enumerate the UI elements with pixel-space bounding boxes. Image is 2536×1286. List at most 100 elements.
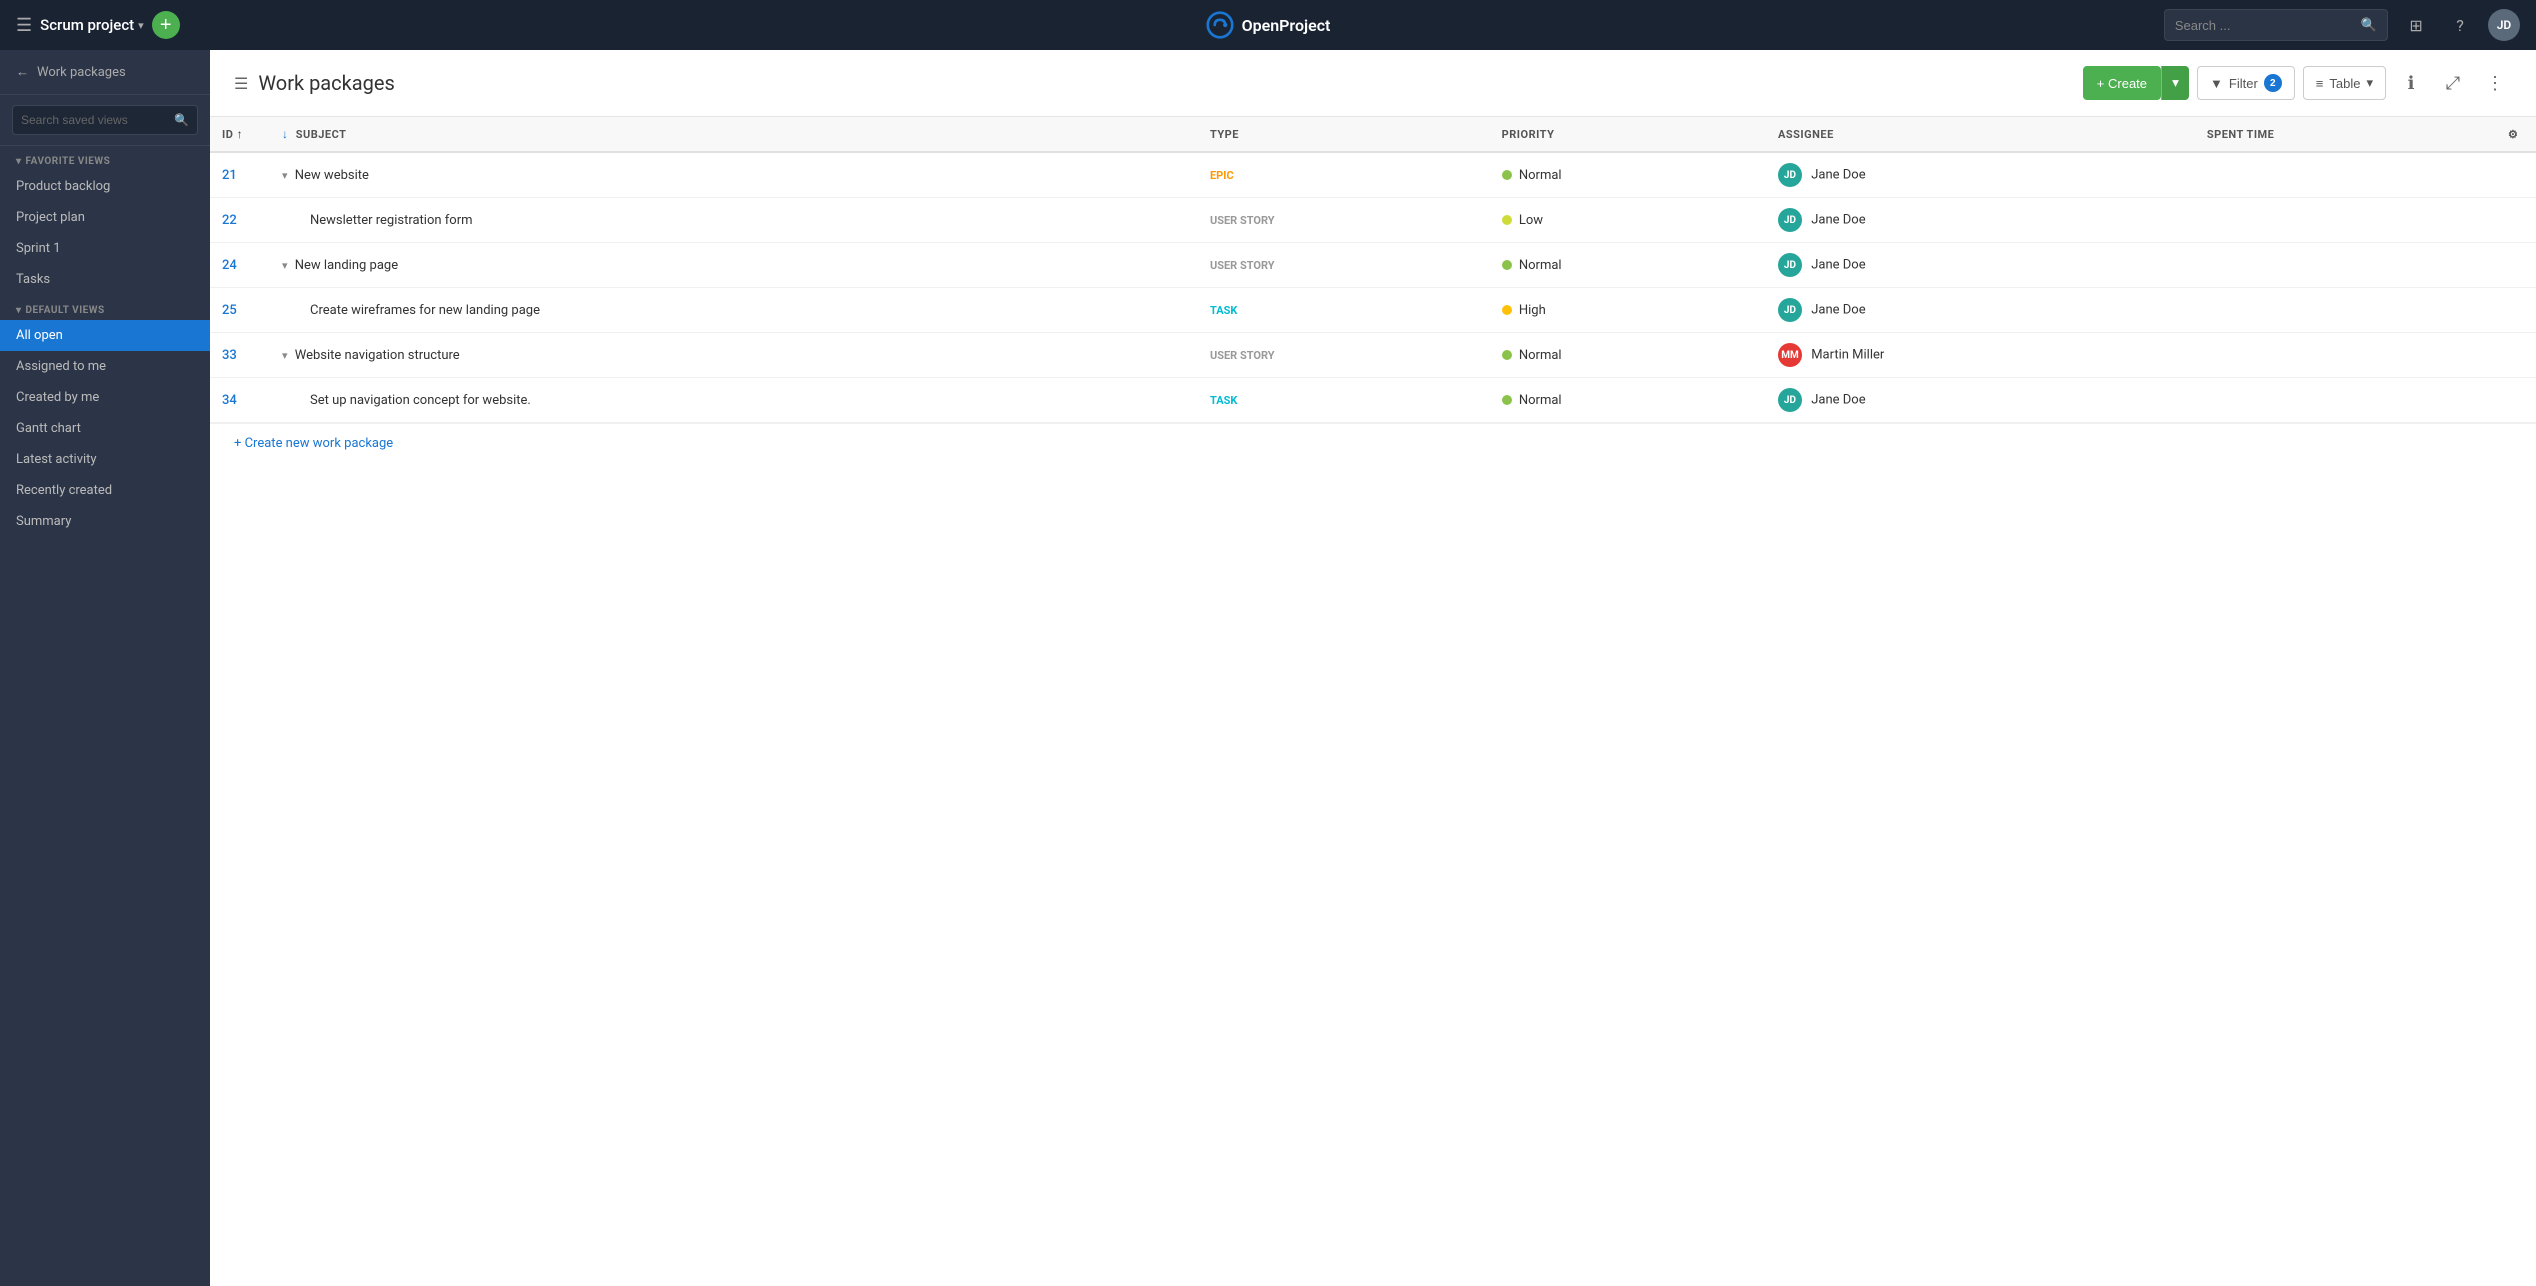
assignee-avatar: JD [1778, 163, 1802, 187]
sidebar-item-latest-activity[interactable]: Latest activity [0, 444, 210, 475]
row-id[interactable]: 33 [210, 333, 270, 378]
sidebar-item-summary[interactable]: Summary [0, 506, 210, 537]
logo: OpenProject [1206, 11, 1331, 39]
row-assignee: MM Martin Miller [1766, 333, 2195, 378]
assignee-avatar: JD [1778, 298, 1802, 322]
filter-button[interactable]: ▼ Filter 2 [2197, 66, 2295, 100]
row-settings [2496, 152, 2536, 198]
page-title-container: ☰ Work packages [234, 71, 2071, 95]
sidebar: ← Work packages 🔍 ▾ FAVORITE VIEWS Produ… [0, 50, 210, 1286]
back-arrow-icon: ← [16, 64, 29, 80]
priority-dot-icon [1502, 215, 1512, 225]
sidebar-search-icon: 🔍 [174, 113, 189, 127]
table-body: 21 ▾ New website EPIC Normal [210, 152, 2536, 423]
row-spent-time [2195, 243, 2496, 288]
row-type: EPIC [1198, 152, 1490, 198]
table-row: 21 ▾ New website EPIC Normal [210, 152, 2536, 198]
row-settings [2496, 333, 2536, 378]
table-icon: ≡ [2316, 76, 2324, 91]
priority-dot-icon [1502, 395, 1512, 405]
create-new-work-package-link[interactable]: + Create new work package [210, 423, 2536, 463]
col-header-type[interactable]: TYPE [1198, 117, 1490, 152]
table-view-button[interactable]: ≡ Table ▾ [2303, 66, 2386, 100]
sidebar-search-box[interactable]: 🔍 [12, 105, 198, 135]
collapse-favorite-icon: ▾ [16, 156, 22, 167]
global-search-input[interactable] [2175, 18, 2355, 33]
assignee-avatar: MM [1778, 343, 1802, 367]
expand-row-icon[interactable]: ▾ [282, 169, 288, 182]
sidebar-search-input[interactable] [21, 113, 168, 127]
row-settings [2496, 378, 2536, 423]
table-header-row: ID ↑ ↓ SUBJECT TYPE PRIORITY [210, 117, 2536, 152]
collapse-default-icon: ▾ [16, 305, 22, 316]
row-subject: ▾ New landing page [270, 243, 1198, 288]
hamburger-icon[interactable]: ☰ [16, 15, 32, 36]
default-views-section-header[interactable]: ▾ DEFAULT VIEWS [0, 295, 210, 320]
priority-dot-icon [1502, 260, 1512, 270]
col-header-spent-time[interactable]: SPENT TIME [2195, 117, 2496, 152]
info-button[interactable]: ℹ [2394, 66, 2428, 100]
row-id[interactable]: 25 [210, 288, 270, 333]
row-spent-time [2195, 288, 2496, 333]
table-row: 25 Create wireframes for new landing pag… [210, 288, 2536, 333]
openproject-logo-icon [1206, 11, 1234, 39]
global-search-box[interactable]: 🔍 [2164, 9, 2388, 41]
col-header-subject[interactable]: ↓ SUBJECT [270, 117, 1198, 152]
priority-dot-icon [1502, 170, 1512, 180]
create-button[interactable]: + Create [2083, 66, 2161, 100]
header-actions: + Create ▾ ▼ Filter 2 ≡ Table ▾ ℹ ⤢ ⋮ [2083, 66, 2512, 100]
work-packages-header: ☰ Work packages + Create ▾ ▼ Filter 2 ≡ [210, 50, 2536, 117]
global-add-button[interactable]: + [152, 11, 180, 39]
col-header-id[interactable]: ID ↑ [210, 117, 270, 152]
logo-text: OpenProject [1242, 16, 1331, 35]
row-priority: Normal [1490, 378, 1766, 423]
sidebar-item-tasks[interactable]: Tasks [0, 264, 210, 295]
more-options-button[interactable]: ⋮ [2478, 66, 2512, 100]
row-id[interactable]: 21 [210, 152, 270, 198]
sidebar-search-container: 🔍 [0, 95, 210, 146]
assignee-avatar: JD [1778, 253, 1802, 277]
row-priority: Normal [1490, 152, 1766, 198]
row-priority: Normal [1490, 333, 1766, 378]
table-row: 33 ▾ Website navigation structure USER S… [210, 333, 2536, 378]
sidebar-item-project-plan[interactable]: Project plan [0, 202, 210, 233]
sidebar-item-sprint-1[interactable]: Sprint 1 [0, 233, 210, 264]
expand-row-icon[interactable]: ▾ [282, 349, 288, 362]
sidebar-item-all-open[interactable]: All open [0, 320, 210, 351]
row-id[interactable]: 24 [210, 243, 270, 288]
row-type: TASK [1198, 378, 1490, 423]
sort-id-icon: ↑ [237, 127, 244, 141]
col-header-assignee[interactable]: ASSIGNEE [1766, 117, 2195, 152]
sort-subject-icon: ↓ [282, 127, 289, 141]
work-packages-table: ID ↑ ↓ SUBJECT TYPE PRIORITY [210, 117, 2536, 423]
sidebar-item-created-by-me[interactable]: Created by me [0, 382, 210, 413]
sidebar-item-gantt-chart[interactable]: Gantt chart [0, 413, 210, 444]
row-id[interactable]: 34 [210, 378, 270, 423]
table-chevron-icon: ▾ [2366, 75, 2373, 91]
row-settings [2496, 198, 2536, 243]
row-type: USER STORY [1198, 198, 1490, 243]
modules-icon[interactable]: ⊞ [2400, 9, 2432, 41]
col-header-priority[interactable]: PRIORITY [1490, 117, 1766, 152]
sidebar-item-assigned-to-me[interactable]: Assigned to me [0, 351, 210, 382]
row-settings [2496, 243, 2536, 288]
sidebar-item-product-backlog[interactable]: Product backlog [0, 171, 210, 202]
row-subject: ▾ New website [270, 152, 1198, 198]
column-settings-icon[interactable]: ⚙ [2508, 128, 2518, 141]
sidebar-back-link[interactable]: ← Work packages [0, 50, 210, 95]
project-name[interactable]: Scrum project ▾ [40, 16, 144, 34]
help-icon[interactable]: ? [2444, 9, 2476, 41]
main-layout: ← Work packages 🔍 ▾ FAVORITE VIEWS Produ… [0, 50, 2536, 1286]
col-header-settings[interactable]: ⚙ [2496, 117, 2536, 152]
expand-row-icon[interactable]: ▾ [282, 259, 288, 272]
fullscreen-button[interactable]: ⤢ [2436, 66, 2470, 100]
row-spent-time [2195, 152, 2496, 198]
row-id[interactable]: 22 [210, 198, 270, 243]
create-dropdown-button[interactable]: ▾ [2161, 66, 2189, 100]
favorite-views-section-header[interactable]: ▾ FAVORITE VIEWS [0, 146, 210, 171]
sidebar-item-recently-created[interactable]: Recently created [0, 475, 210, 506]
row-priority: Low [1490, 198, 1766, 243]
top-navigation: ☰ Scrum project ▾ + OpenProject 🔍 ⊞ ? JD [0, 0, 2536, 50]
row-type: TASK [1198, 288, 1490, 333]
user-avatar[interactable]: JD [2488, 9, 2520, 41]
